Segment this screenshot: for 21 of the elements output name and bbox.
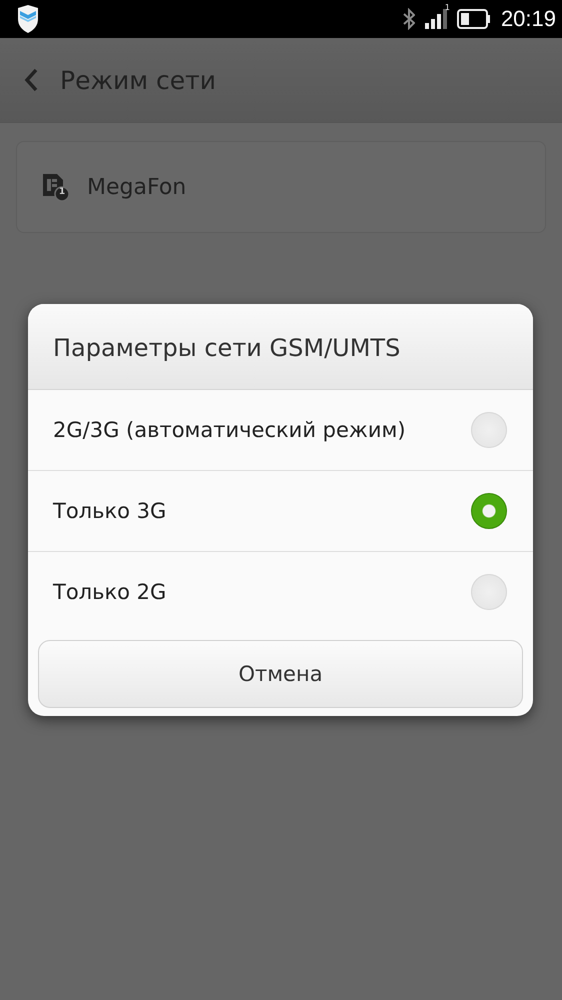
clock-time: 20:19 [500, 6, 556, 32]
radio-button[interactable] [471, 493, 507, 529]
signal-icon [424, 9, 447, 29]
bluetooth-icon [402, 8, 415, 30]
dialog-title: Параметры сети GSM/UMTS [28, 304, 533, 390]
radio-button[interactable] [471, 574, 507, 610]
network-option[interactable]: Только 3G [28, 471, 533, 552]
sim-card-item[interactable]: 1 MegaFon [16, 141, 546, 233]
shield-icon [16, 5, 40, 33]
option-label: 2G/3G (автоматический режим) [53, 418, 406, 442]
sim-slot-label: 1 [444, 3, 450, 12]
network-option[interactable]: 2G/3G (автоматический режим) [28, 390, 533, 471]
back-icon[interactable] [24, 68, 38, 92]
battery-icon [456, 9, 491, 29]
cancel-button[interactable]: Отмена [38, 640, 523, 708]
carrier-name: MegaFon [87, 174, 186, 200]
option-label: Только 3G [53, 499, 166, 523]
radio-button[interactable] [471, 412, 507, 448]
screen-title: Режим сети [60, 66, 216, 94]
network-option[interactable]: Только 2G [28, 552, 533, 632]
option-label: Только 2G [53, 580, 166, 604]
